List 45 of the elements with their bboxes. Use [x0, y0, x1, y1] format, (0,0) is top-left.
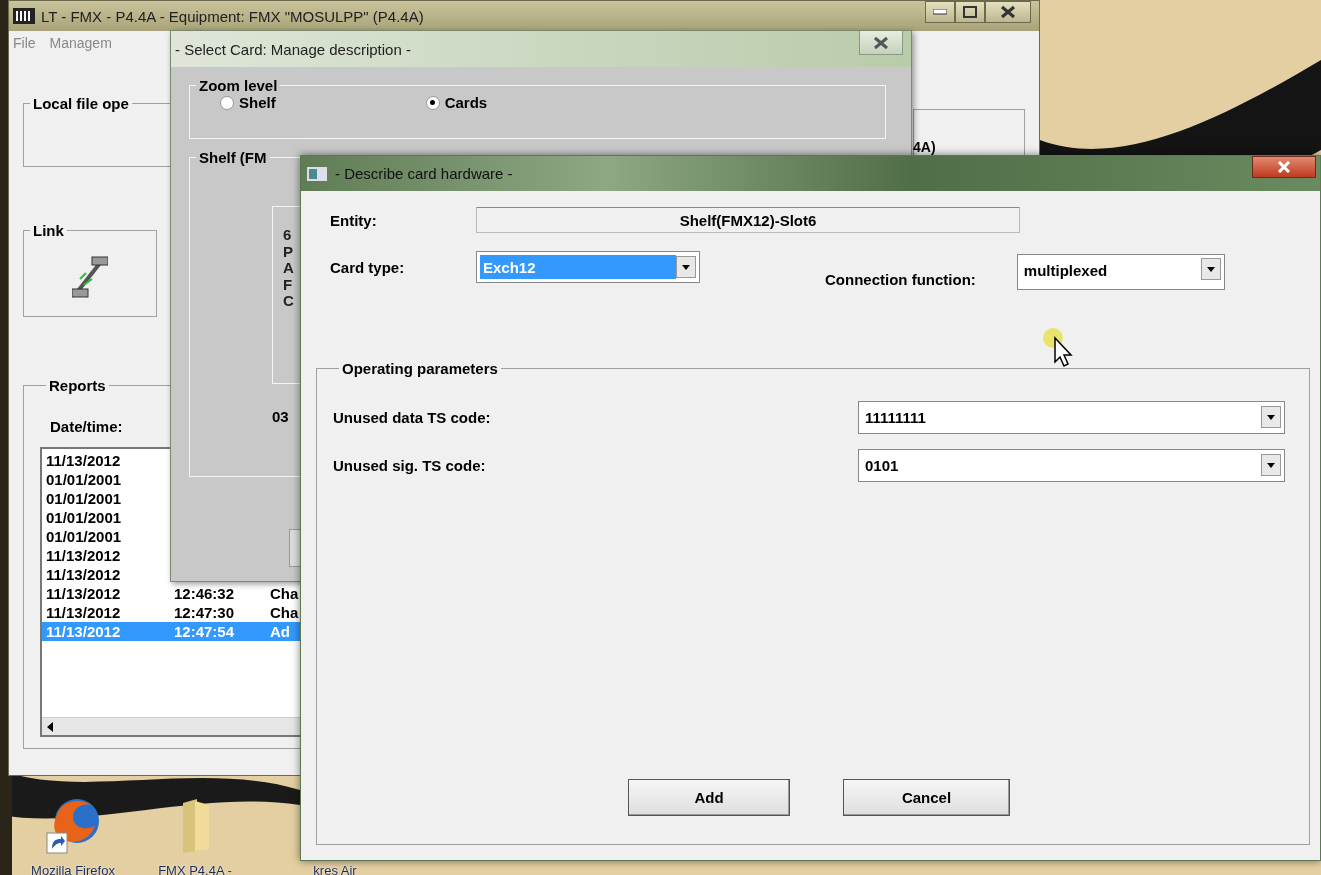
- window-title: - Select Card: Manage description -: [175, 40, 411, 58]
- radio-option[interactable]: Cards: [425, 94, 488, 111]
- close-button[interactable]: [1252, 156, 1316, 178]
- add-button[interactable]: Add: [628, 779, 790, 816]
- close-button[interactable]: [985, 1, 1031, 23]
- group-label: Zoom level: [198, 77, 279, 94]
- left-arrow-icon: [47, 721, 55, 732]
- group-label: Local file ope: [32, 95, 130, 112]
- minimize-button[interactable]: [925, 1, 955, 23]
- minimize-icon: [933, 9, 947, 15]
- close-icon: [1277, 161, 1291, 173]
- desktop-icon-label[interactable]: FMX P4.4A -: [158, 863, 232, 875]
- desktop-icon-label[interactable]: Mozilla Firefox: [31, 863, 115, 875]
- maximize-button[interactable]: [955, 1, 985, 23]
- field-label: Entity:: [330, 211, 378, 229]
- column-header: Date/time:: [50, 418, 123, 435]
- close-icon: [1000, 5, 1016, 19]
- close-button[interactable]: [859, 31, 903, 55]
- cancel-button[interactable]: Cancel: [843, 779, 1010, 816]
- close-icon: [873, 35, 889, 50]
- app-icon: [13, 8, 35, 24]
- group-label: Operating parameters: [341, 360, 499, 377]
- desktop-icon-label[interactable]: kres Air: [313, 863, 357, 875]
- panel-text: 4A): [913, 139, 936, 155]
- card-label: 6PAFC: [283, 227, 292, 310]
- field-label: Card type:: [330, 259, 406, 276]
- radio-option[interactable]: Shelf: [220, 94, 276, 111]
- group-label: Link: [32, 222, 65, 239]
- window-title: - Describe card hardware -: [335, 165, 513, 182]
- slot-number: 03: [272, 408, 289, 425]
- parameter-dropdown[interactable]: 11111111: [858, 400, 1285, 434]
- maximize-icon: [963, 6, 977, 18]
- window-title: LT - FMX - P4.4A - Equipment: FMX "MOSULPP" (P4.4A): [41, 7, 424, 25]
- field-label: Unused sig. TS code:: [333, 456, 487, 474]
- radio-button[interactable]: [425, 95, 440, 110]
- group-label: Shelf (FM: [198, 149, 268, 166]
- window-icon: [307, 166, 327, 181]
- connection-function-dropdown[interactable]: multiplexed: [1016, 254, 1225, 290]
- cable-icon[interactable]: [72, 255, 108, 299]
- entity-field: Shelf(FMX12)-Slot6: [476, 207, 1020, 233]
- field-label: Connection function:: [825, 271, 976, 288]
- parameter-dropdown[interactable]: 0101: [858, 448, 1285, 482]
- field-label: Unused data TS code:: [333, 408, 492, 426]
- group-label: Reports: [48, 377, 107, 394]
- radio-button[interactable]: [220, 95, 234, 110]
